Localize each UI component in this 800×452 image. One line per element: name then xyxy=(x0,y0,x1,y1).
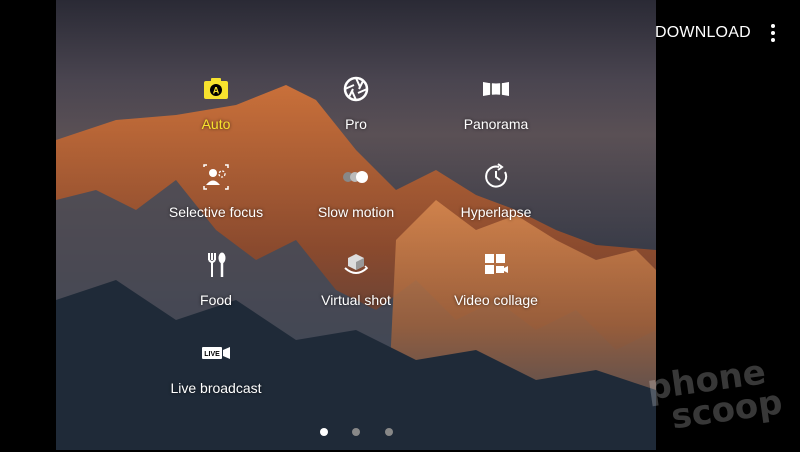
mode-label: Hyperlapse xyxy=(460,204,532,220)
video-collage-icon xyxy=(485,254,508,274)
mode-pro[interactable]: Pro xyxy=(281,74,431,132)
mode-auto[interactable]: A Auto xyxy=(141,74,291,132)
svg-text:LIVE: LIVE xyxy=(204,351,220,358)
mode-selective-focus[interactable]: Selective focus xyxy=(141,162,291,220)
mode-label: Panorama xyxy=(463,116,529,132)
panorama-icon xyxy=(483,82,509,96)
mode-slow-motion[interactable]: Slow motion xyxy=(281,162,431,220)
mode-virtual-shot[interactable]: Virtual shot xyxy=(281,250,431,308)
live-broadcast-icon: LIVE xyxy=(202,347,230,359)
slow-motion-icon xyxy=(343,171,368,183)
mode-label: Virtual shot xyxy=(321,292,391,308)
mode-label: Pro xyxy=(345,116,367,132)
mode-label: Live broadcast xyxy=(170,380,262,396)
svg-text:A: A xyxy=(213,86,220,96)
page-dot-3[interactable] xyxy=(385,428,393,436)
mode-food[interactable]: Food xyxy=(141,250,291,308)
mode-live-broadcast[interactable]: LIVE Live broadcast xyxy=(141,338,291,396)
mode-label: Video collage xyxy=(454,292,538,308)
mode-label: Food xyxy=(200,292,232,308)
mode-panorama[interactable]: Panorama xyxy=(421,74,571,132)
mode-label: Slow motion xyxy=(317,204,395,220)
mode-hyperlapse[interactable]: Hyperlapse xyxy=(421,162,571,220)
more-options-icon[interactable] xyxy=(764,24,782,46)
food-icon xyxy=(208,252,226,277)
mode-label: Auto xyxy=(201,116,231,132)
page-dot-2[interactable] xyxy=(352,428,360,436)
hyperlapse-icon xyxy=(485,163,508,188)
left-black-bar xyxy=(0,0,56,450)
mode-label: Selective focus xyxy=(168,204,264,220)
camera-auto-icon: A xyxy=(204,78,228,99)
download-button[interactable]: DOWNLOAD xyxy=(655,24,751,42)
aperture-icon xyxy=(343,76,369,102)
mode-video-collage[interactable]: Video collage xyxy=(421,250,571,308)
virtual-shot-icon xyxy=(344,254,369,274)
selective-focus-icon xyxy=(203,164,229,190)
page-dot-1[interactable] xyxy=(320,428,328,436)
